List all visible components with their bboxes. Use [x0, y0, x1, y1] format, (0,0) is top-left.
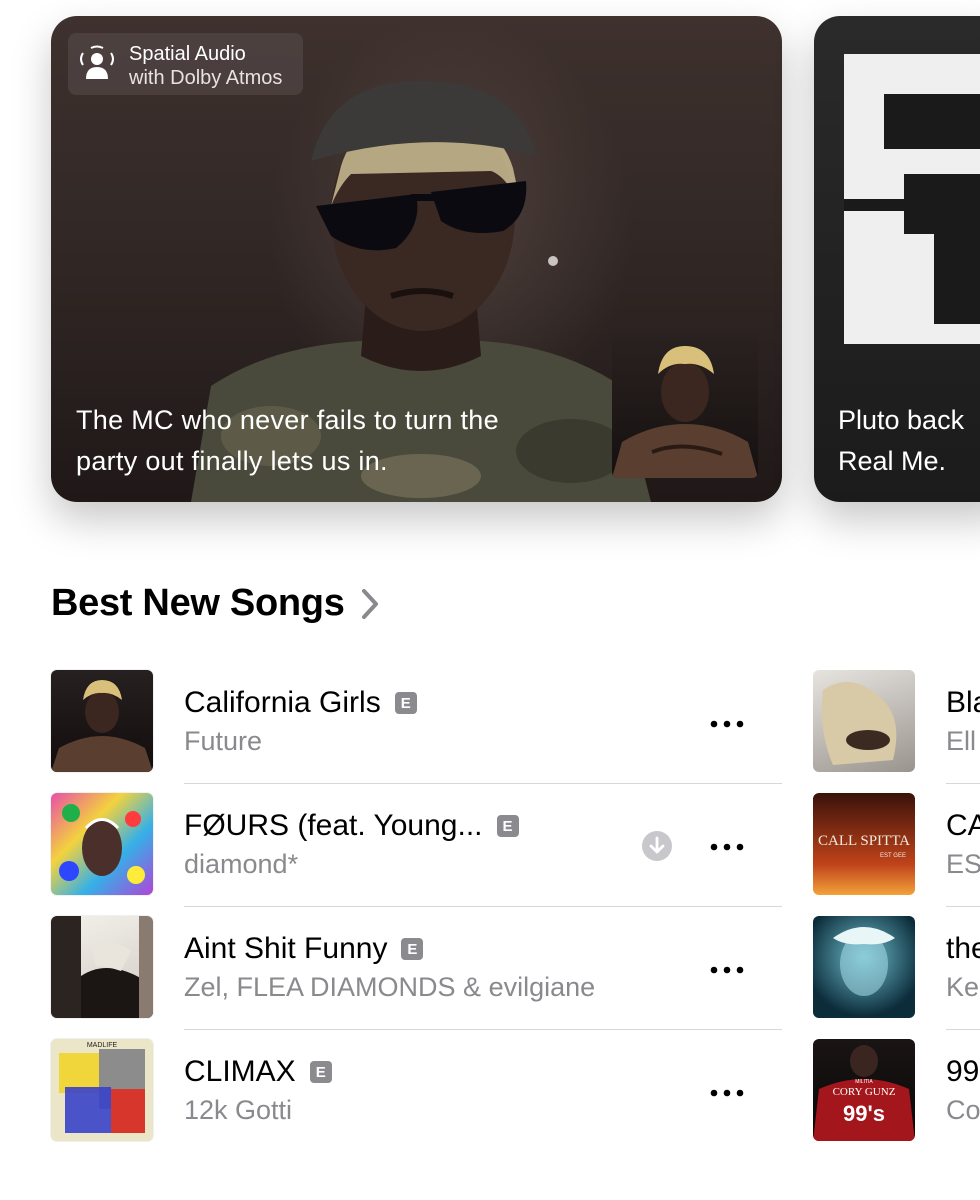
- album-art[interactable]: CALL SPITTA EST GEE: [813, 793, 915, 895]
- featured-caption: The MC who never fails to turn the party…: [76, 400, 616, 482]
- more-options-icon[interactable]: [709, 842, 745, 852]
- next-card-artwork: [844, 54, 980, 344]
- cory-gunz-number-text: 99's: [843, 1101, 885, 1126]
- next-card-caption: Pluto back Real Me.: [838, 400, 980, 482]
- featured-card-next[interactable]: Pluto back Real Me.: [814, 16, 980, 502]
- cory-gunz-text: CORY GUNZ: [833, 1086, 896, 1098]
- section-title: Best New Songs: [51, 582, 345, 624]
- song-artist: diamond*: [184, 849, 299, 879]
- row-separator: [946, 1029, 980, 1030]
- call-spitta-text: CALL SPITTA: [818, 833, 910, 849]
- song-title-text: FØURS (feat. Young...: [184, 809, 483, 842]
- spatial-audio-badge: Spatial Audio with Dolby Atmos: [68, 33, 303, 95]
- song-artist: 12k Gotti: [184, 1095, 293, 1125]
- explicit-badge: E: [309, 1061, 332, 1083]
- album-art-image: [612, 346, 758, 478]
- song-title: CLIMAX E: [184, 1055, 332, 1089]
- album-art: [51, 793, 153, 895]
- section-header-best-new-songs[interactable]: Best New Songs: [51, 582, 379, 625]
- album-art: [51, 670, 153, 772]
- song-title: California Girls E: [184, 686, 417, 720]
- album-art[interactable]: [813, 670, 915, 772]
- album-art[interactable]: MILITIA CORY GUNZ 99's: [813, 1039, 915, 1141]
- row-separator: [184, 1029, 782, 1030]
- next-caption-line-2: Real Me.: [838, 446, 947, 476]
- chevron-right-icon: [361, 588, 378, 619]
- song-artist: Co: [946, 1095, 980, 1125]
- more-options-icon[interactable]: [709, 719, 745, 729]
- album-art: MADLIFE: [51, 1039, 153, 1141]
- militia-text: MILITIA: [855, 1079, 873, 1085]
- next-caption-line-1: Pluto back: [838, 405, 965, 435]
- more-options-icon[interactable]: [709, 1088, 745, 1098]
- song-title[interactable]: Bla: [946, 686, 980, 720]
- song-artist: Ke: [946, 972, 980, 1002]
- song-title-text: California Girls: [184, 686, 381, 719]
- song-artist: ES: [946, 849, 980, 879]
- song-artist: Zel, FLEA DIAMONDS & evilgiane: [184, 972, 596, 1002]
- caption-line-2: party out finally lets us in.: [76, 446, 388, 476]
- caption-line-1: The MC who never fails to turn the: [76, 405, 499, 435]
- badge-title: Spatial Audio: [129, 43, 246, 65]
- explicit-badge: E: [496, 815, 519, 837]
- madlife-text: MADLIFE: [87, 1042, 118, 1049]
- album-art[interactable]: [813, 916, 915, 1018]
- song-title[interactable]: CA: [946, 809, 980, 843]
- download-icon[interactable]: [641, 830, 673, 862]
- song-title[interactable]: the: [946, 932, 980, 966]
- more-options-icon[interactable]: [709, 965, 745, 975]
- featured-card[interactable]: Spatial Audio with Dolby Atmos The MC wh…: [51, 16, 782, 502]
- row-separator: [946, 906, 980, 907]
- song-title: Aint Shit Funny E: [184, 932, 424, 966]
- song-title-text: CLIMAX: [184, 1055, 296, 1088]
- song-title: FØURS (feat. Young... E: [184, 809, 519, 843]
- explicit-badge: E: [401, 938, 424, 960]
- album-art: [51, 916, 153, 1018]
- spatial-audio-icon: [80, 45, 114, 79]
- row-separator: [184, 906, 782, 907]
- call-spitta-sub-text: EST GEE: [880, 853, 906, 859]
- song-title-text: Aint Shit Funny: [184, 932, 388, 965]
- album-art-thumbnail[interactable]: [612, 332, 758, 478]
- badge-subtitle: with Dolby Atmos: [129, 67, 283, 89]
- explicit-badge: E: [394, 692, 417, 714]
- song-artist: Future: [184, 726, 263, 756]
- song-artist: Ell: [946, 726, 977, 756]
- row-separator: [946, 783, 980, 784]
- song-title[interactable]: 99: [946, 1055, 979, 1089]
- row-separator: [184, 783, 782, 784]
